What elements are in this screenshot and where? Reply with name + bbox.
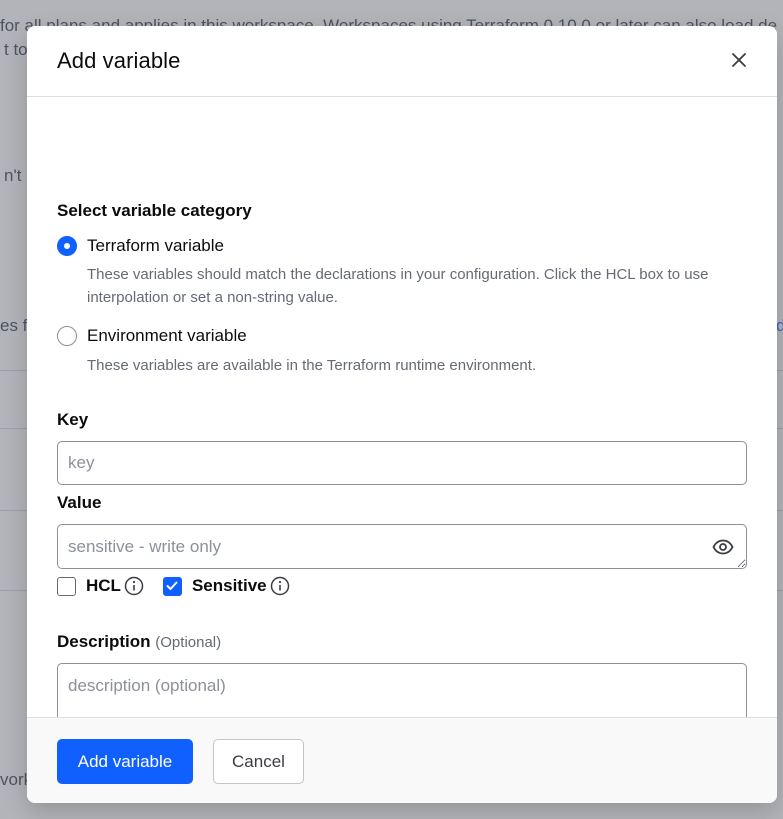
key-input[interactable] bbox=[57, 441, 747, 485]
sensitive-info-icon[interactable] bbox=[270, 576, 290, 596]
add-variable-button[interactable]: Add variable bbox=[57, 739, 193, 784]
description-label: Description (Optional) bbox=[57, 632, 221, 652]
dialog-footer: Add variable Cancel bbox=[27, 717, 777, 803]
sensitive-label: Sensitive bbox=[191, 576, 267, 595]
close-icon bbox=[732, 53, 746, 67]
value-options-row: HCL Sensitive bbox=[57, 576, 290, 596]
radio-help-text: These variables are available in the Ter… bbox=[87, 357, 537, 374]
key-label: Key bbox=[57, 410, 89, 429]
optional-hint: (Optional) bbox=[155, 634, 222, 651]
environment-variable-radio[interactable] bbox=[57, 326, 77, 346]
hcl-info-icon[interactable] bbox=[124, 576, 144, 596]
hcl-checkbox[interactable] bbox=[57, 576, 76, 596]
hcl-label: HCL bbox=[86, 576, 121, 595]
cancel-button[interactable]: Cancel bbox=[213, 739, 304, 784]
terraform-variable-radio[interactable] bbox=[57, 236, 77, 256]
close-button[interactable] bbox=[727, 48, 751, 72]
radio-label: Environment variable bbox=[87, 326, 247, 345]
description-label-text: Description bbox=[57, 632, 151, 651]
radio-help-text: These variables should match the declara… bbox=[87, 266, 709, 306]
radio-label: Terraform variable bbox=[87, 236, 224, 255]
sensitive-checkbox[interactable] bbox=[162, 576, 182, 596]
category-heading: Select variable category bbox=[57, 201, 252, 220]
radio-option-environment[interactable]: Environment variable These variables are… bbox=[57, 326, 737, 377]
eye-icon bbox=[712, 539, 734, 555]
value-label: Value bbox=[57, 493, 102, 512]
dialog-title: Add variable bbox=[57, 48, 181, 73]
dialog-header: Add variable bbox=[27, 26, 777, 97]
reveal-value-button[interactable] bbox=[711, 535, 735, 559]
value-input[interactable] bbox=[57, 524, 747, 569]
checkmark-icon bbox=[166, 581, 178, 590]
radio-option-terraform[interactable]: Terraform variable These variables shoul… bbox=[57, 236, 737, 309]
add-variable-dialog: Add variable Select variable category Te… bbox=[27, 26, 777, 803]
